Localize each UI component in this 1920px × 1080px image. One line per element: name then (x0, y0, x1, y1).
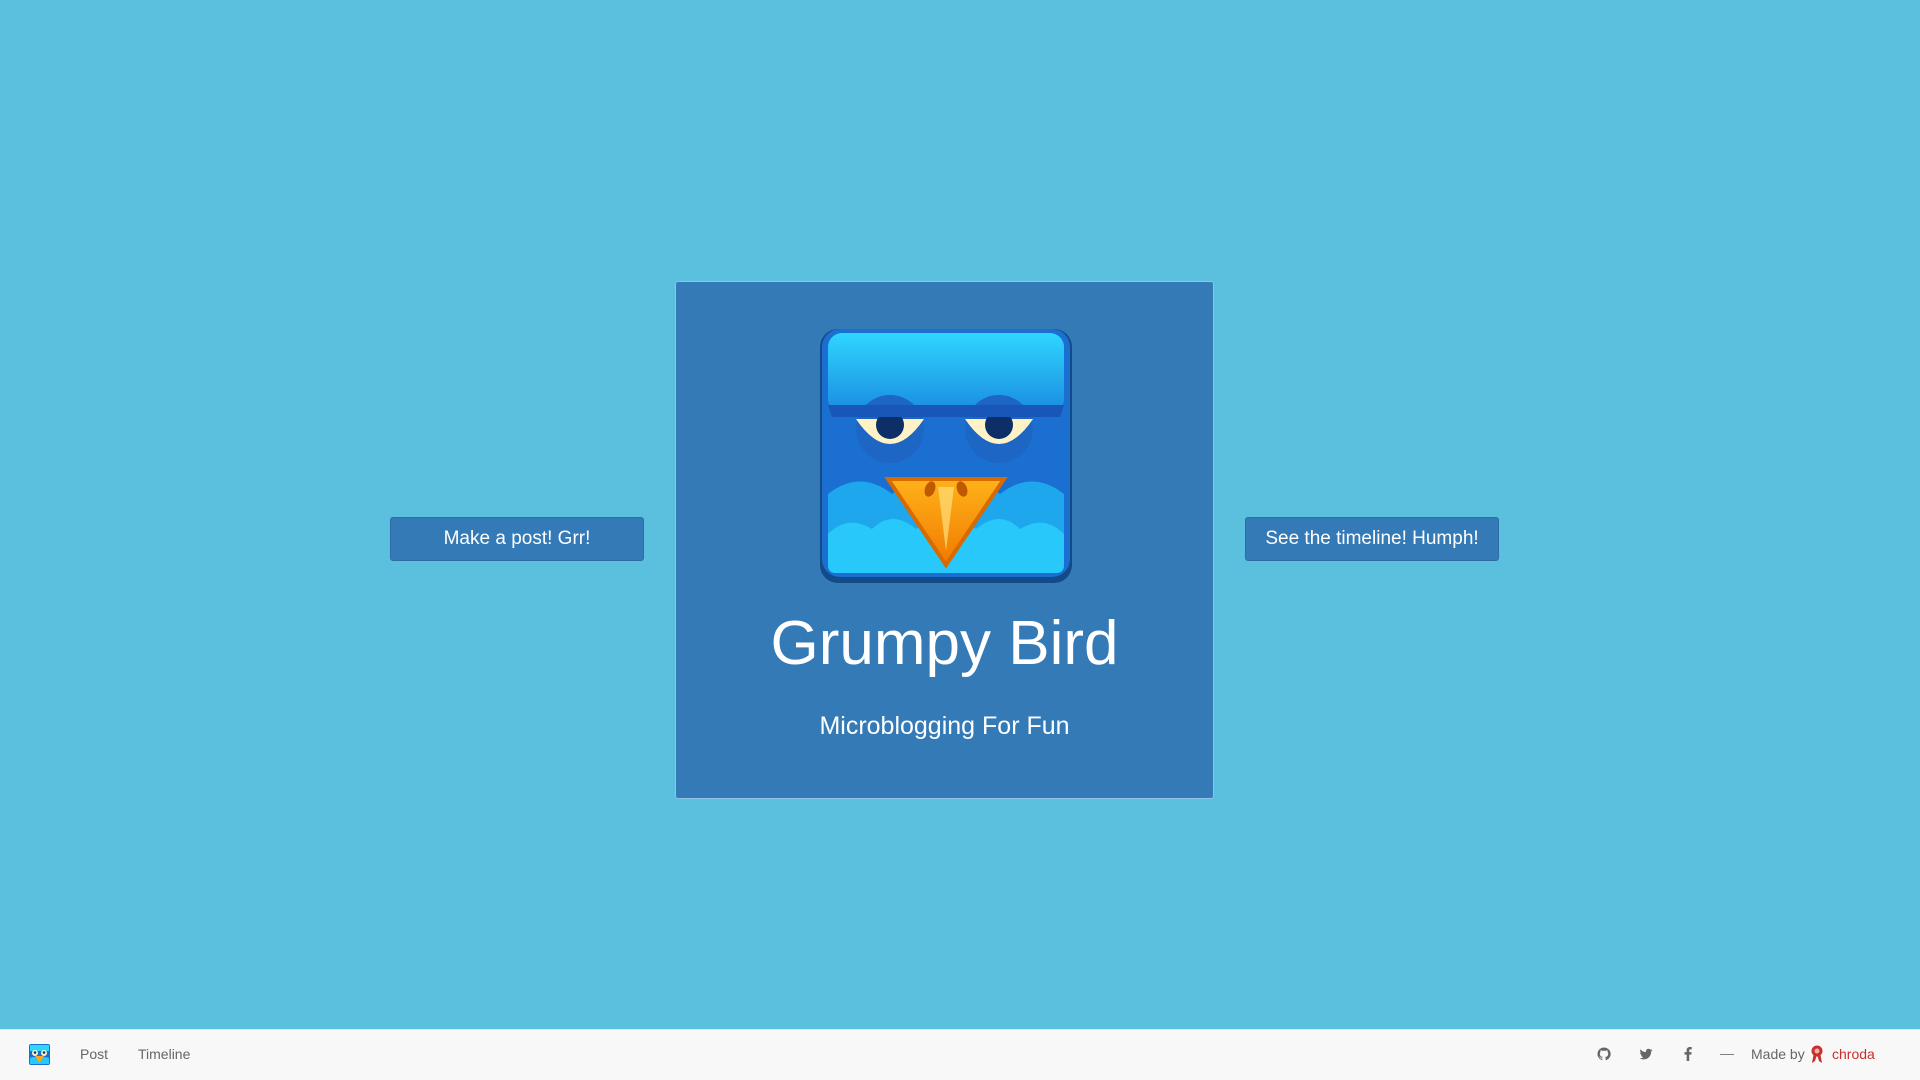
make-post-button[interactable]: Make a post! Grr! (390, 517, 644, 561)
twitter-icon[interactable] (1638, 1046, 1654, 1062)
made-by-label: Made by (1751, 1046, 1805, 1062)
nav-link-post[interactable]: Post (80, 1046, 108, 1062)
footer-separator: — (1720, 1045, 1734, 1061)
hero-card: Grumpy Bird Microblogging For Fun (675, 281, 1214, 799)
see-timeline-button[interactable]: See the timeline! Humph! (1245, 517, 1499, 561)
app-subtitle: Microblogging For Fun (819, 712, 1070, 740)
facebook-icon[interactable] (1680, 1046, 1696, 1062)
maker-link[interactable]: chroda (1832, 1046, 1875, 1062)
footer-navbar: Post Timeline — Made by chroda (0, 1029, 1920, 1080)
brand-logo-icon[interactable] (29, 1044, 50, 1065)
app-title: Grumpy Bird (770, 609, 1119, 678)
github-icon[interactable] (1596, 1046, 1612, 1062)
ribbon-icon (1811, 1045, 1823, 1063)
nav-link-timeline[interactable]: Timeline (138, 1046, 190, 1062)
grumpy-bird-logo-icon (820, 329, 1072, 583)
